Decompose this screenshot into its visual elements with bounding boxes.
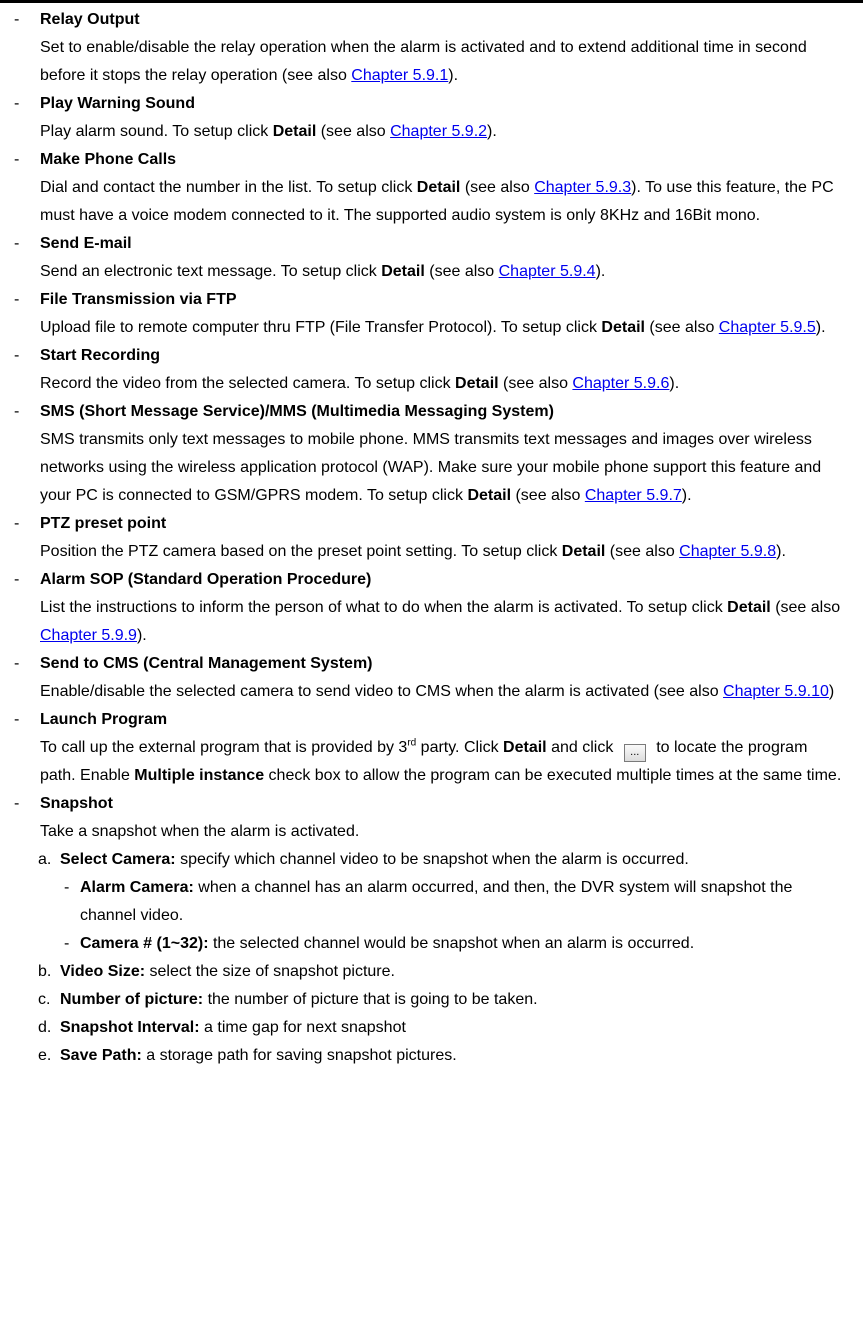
chapter-link[interactable]: Chapter 5.9.6 (572, 375, 669, 392)
item-title: Relay Output (40, 11, 140, 28)
item-title: Send to CMS (Central Management System) (40, 655, 373, 672)
list-item-make-phone-calls: - Make Phone Calls Dial and contact the … (0, 146, 863, 230)
sub-item-snapshot-interval: d. Snapshot Interval: a time gap for nex… (38, 1019, 406, 1036)
chapter-link[interactable]: Chapter 5.9.8 (679, 543, 776, 560)
item-title: Launch Program (40, 711, 168, 728)
item-desc: Set to enable/disable the relay operatio… (40, 39, 807, 84)
list-item-send-to-cms: - Send to CMS (Central Management System… (0, 650, 863, 706)
sub-item-video-size: b. Video Size: select the size of snapsh… (38, 963, 395, 980)
chapter-link[interactable]: Chapter 5.9.5 (719, 319, 816, 336)
document-body: - Relay Output Set to enable/disable the… (0, 6, 863, 1070)
list-item-play-warning-sound: - Play Warning Sound Play alarm sound. T… (0, 90, 863, 146)
item-desc: Take a snapshot when the alarm is activa… (40, 823, 360, 840)
list-item-launch-program: - Launch Program To call up the external… (0, 706, 863, 790)
sub-item-number-of-picture: c. Number of picture: the number of pict… (38, 991, 538, 1008)
item-title: Snapshot (40, 795, 113, 812)
sub-sub-item-alarm-camera: - Alarm Camera: when a channel has an al… (64, 879, 793, 924)
chapter-link[interactable]: Chapter 5.9.1 (351, 67, 448, 84)
item-title: Alarm SOP (Standard Operation Procedure) (40, 571, 372, 588)
chapter-link[interactable]: Chapter 5.9.2 (390, 123, 487, 140)
item-desc: Send an electronic text message. To setu… (40, 263, 606, 280)
list-item-ptz-preset: - PTZ preset point Position the PTZ came… (0, 510, 863, 566)
sub-item-save-path: e. Save Path: a storage path for saving … (38, 1047, 457, 1064)
header-rule (0, 0, 863, 3)
chapter-link[interactable]: Chapter 5.9.4 (499, 263, 596, 280)
item-title: SMS (Short Message Service)/MMS (Multime… (40, 403, 554, 420)
item-title: Play Warning Sound (40, 95, 195, 112)
list-item-ftp: - File Transmission via FTP Upload file … (0, 286, 863, 342)
browse-button[interactable]: ... (623, 744, 646, 762)
item-title: Send E-mail (40, 235, 132, 252)
item-title: Start Recording (40, 347, 161, 364)
item-desc: Upload file to remote computer thru FTP … (40, 319, 826, 336)
chapter-link[interactable]: Chapter 5.9.10 (723, 683, 829, 700)
list-item-send-email: - Send E-mail Send an electronic text me… (0, 230, 863, 286)
item-title: File Transmission via FTP (40, 291, 237, 308)
item-desc: Position the PTZ camera based on the pre… (40, 543, 786, 560)
item-desc: Dial and contact the number in the list.… (40, 179, 834, 224)
item-desc: SMS transmits only text messages to mobi… (40, 431, 822, 504)
list-item-sms-mms: - SMS (Short Message Service)/MMS (Multi… (0, 398, 863, 510)
item-desc: Play alarm sound. To setup click Detail … (40, 123, 497, 140)
list-item-start-recording: - Start Recording Record the video from … (0, 342, 863, 398)
list-item-snapshot: - Snapshot Take a snapshot when the alar… (0, 790, 863, 846)
item-title: PTZ preset point (40, 515, 167, 532)
list-item-relay-output: - Relay Output Set to enable/disable the… (0, 6, 863, 90)
sub-sub-item-camera-number: - Camera # (1~32): the selected channel … (64, 935, 695, 952)
item-desc: Record the video from the selected camer… (40, 375, 680, 392)
item-desc: List the instructions to inform the pers… (40, 599, 841, 644)
item-desc: To call up the external program that is … (40, 737, 842, 784)
item-title: Make Phone Calls (40, 151, 177, 168)
sub-item-select-camera: a. Select Camera: specify which channel … (38, 851, 689, 868)
list-item-alarm-sop: - Alarm SOP (Standard Operation Procedur… (0, 566, 863, 650)
item-desc: Enable/disable the selected camera to se… (40, 683, 835, 700)
chapter-link[interactable]: Chapter 5.9.9 (40, 627, 137, 644)
chapter-link[interactable]: Chapter 5.9.7 (585, 487, 682, 504)
chapter-link[interactable]: Chapter 5.9.3 (534, 179, 631, 196)
